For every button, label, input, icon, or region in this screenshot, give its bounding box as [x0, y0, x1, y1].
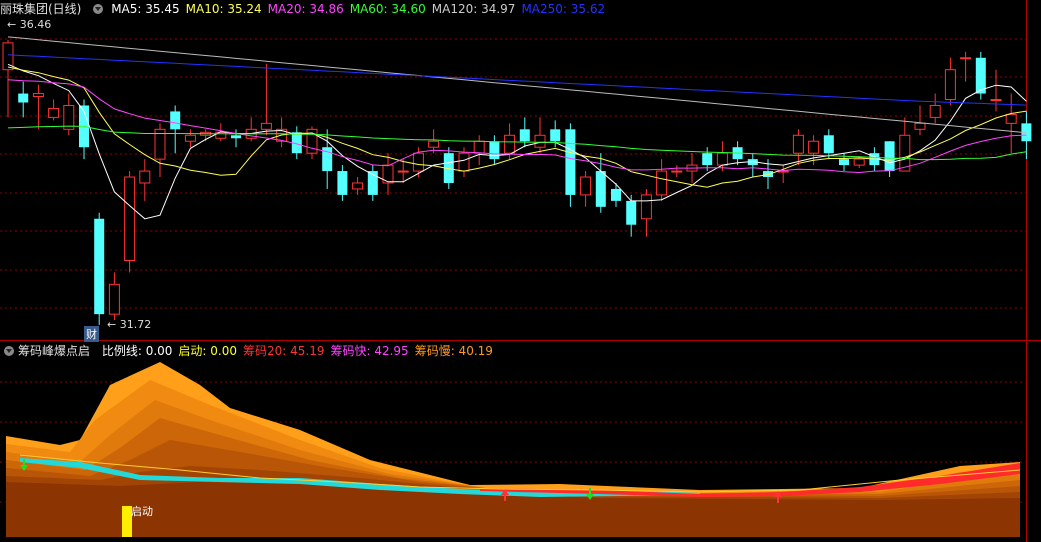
- chip-legend-item-1: 启动: 0.00: [178, 344, 237, 358]
- candle-body: [565, 129, 576, 195]
- candle-body: [534, 134, 546, 148]
- candle-body: [792, 134, 804, 154]
- candle-body: [990, 99, 1002, 102]
- candle-body: [884, 141, 895, 172]
- financial-report-badge[interactable]: 财: [84, 326, 99, 342]
- stock-chart[interactable]: [0, 0, 1041, 542]
- candle-body: [611, 188, 621, 201]
- candle-body: [412, 152, 424, 172]
- sub-chart-legend: 筹码峰爆点启 比例线: 0.00 启动: 0.00 筹码20: 45.19 筹码快: …: [0, 342, 505, 360]
- chip-legend-item-4: 筹码慢: 40.19: [414, 344, 493, 358]
- chip-legend-item-3: 筹码快: 42.95: [330, 344, 409, 358]
- candle-body: [823, 135, 834, 154]
- candle-body: [550, 129, 561, 142]
- candle-body: [580, 176, 592, 196]
- candle-body: [352, 182, 364, 190]
- candle-body: [702, 153, 713, 166]
- sub-indicator-dropdown-icon[interactable]: [4, 346, 14, 356]
- candle-body: [397, 170, 409, 173]
- candle-body: [899, 134, 911, 172]
- candle-body: [656, 170, 668, 196]
- candle-body: [260, 122, 272, 130]
- indicator-dropdown-icon[interactable]: [93, 4, 104, 14]
- candle-body: [716, 152, 728, 166]
- indicator-title: 筹码峰爆点启: [18, 344, 91, 358]
- candle-body: [94, 218, 105, 315]
- ma-legend-item-5: MA250: 35.62: [521, 2, 606, 16]
- candle-body: [124, 176, 136, 261]
- candle-body: [808, 140, 820, 154]
- candle-body: [640, 194, 652, 220]
- candle-body: [777, 170, 789, 173]
- candle-body: [960, 57, 972, 60]
- stock-title: 丽珠集团(日线): [0, 2, 82, 16]
- high-price-label: ← 36.46: [7, 18, 52, 31]
- start-signal-label: 启动: [131, 505, 153, 518]
- candle-body: [458, 152, 470, 172]
- ma-legend-item-4: MA120: 34.97: [431, 2, 516, 16]
- ma-legend-item-1: MA10: 35.24: [185, 2, 262, 16]
- candle-body: [48, 107, 60, 118]
- candle-body: [184, 134, 196, 142]
- candle-body: [944, 69, 956, 101]
- ma-legend-item-0: MA5: 35.45: [111, 2, 180, 16]
- candle-body: [853, 158, 865, 166]
- candle-body: [929, 104, 941, 118]
- ma120-line: [7, 36, 1027, 134]
- candle-body: [595, 171, 606, 207]
- candle-body: [231, 135, 241, 139]
- candle-body: [170, 111, 181, 130]
- candle-body: [337, 171, 348, 195]
- candle-body: [428, 140, 440, 148]
- candle-body: [504, 134, 516, 154]
- candle-body: [671, 170, 683, 173]
- candle-body: [18, 93, 29, 103]
- candle-body: [519, 129, 530, 142]
- candle-body: [839, 159, 849, 166]
- candle-body: [108, 283, 120, 315]
- candle-body: [473, 140, 485, 154]
- candle-body: [763, 171, 773, 178]
- candle-body: [975, 57, 986, 94]
- ma-legend-item-2: MA20: 34.86: [267, 2, 344, 16]
- candle-body: [32, 93, 44, 98]
- ma250-line: [7, 54, 1027, 106]
- low-price-label: ← 31.72: [107, 318, 152, 331]
- candle-body: [914, 122, 926, 130]
- candle-body: [1005, 113, 1017, 124]
- chip-legend-item-0: 比例线: 0.00: [101, 344, 173, 358]
- candle-body: [489, 141, 500, 160]
- ma-legend-item-3: MA60: 34.60: [349, 2, 426, 16]
- candle-body: [139, 170, 151, 184]
- candle-body: [626, 200, 637, 225]
- chip-legend-item-2: 筹码20: 45.19: [243, 344, 325, 358]
- main-chart-legend: 丽珠集团(日线) MA5: 35.45 MA10: 35.24 MA20: 34.8…: [0, 0, 617, 18]
